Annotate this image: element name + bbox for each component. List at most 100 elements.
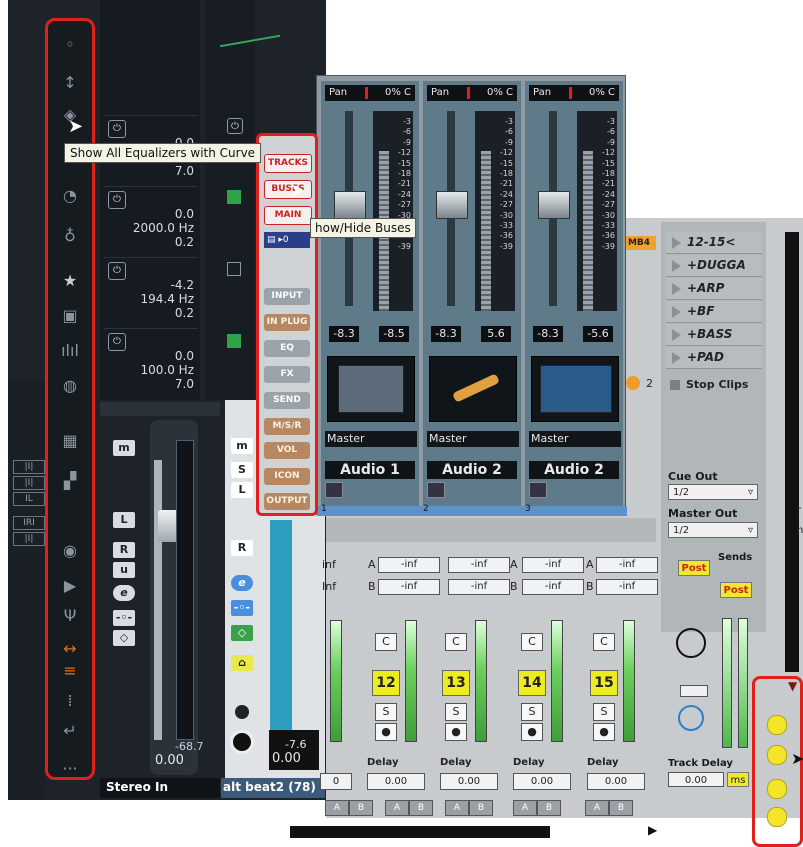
pan-knob[interactable] (676, 628, 706, 658)
crossfade-button[interactable]: C (445, 633, 467, 651)
track-icon[interactable] (327, 356, 415, 422)
scene-slot[interactable]: 12-15< (666, 232, 762, 254)
solo-button[interactable]: S (375, 703, 397, 721)
screen-icon[interactable] (531, 356, 619, 422)
track-delay-field[interactable]: 0.00 (668, 772, 724, 787)
knob-icon[interactable]: ♁ (48, 226, 92, 245)
record-icon[interactable]: ◍ (48, 376, 92, 395)
left-fader-track[interactable] (150, 420, 198, 775)
horizontal-scrollbar[interactable] (290, 826, 550, 838)
stop-clips-button[interactable]: Stop Clips (666, 375, 762, 395)
left-button-2[interactable]: L (231, 482, 253, 498)
send-toggle[interactable]: SEND (264, 392, 310, 409)
output-label[interactable]: Master (427, 431, 519, 447)
u-button[interactable]: u (113, 562, 135, 578)
bars-icon[interactable]: ılıl (48, 341, 92, 360)
fader-knob[interactable] (436, 191, 468, 219)
crossfader-dot[interactable] (767, 807, 787, 827)
folder-icon[interactable]: ⌂ (231, 655, 253, 671)
fork-icon[interactable]: Ψ (48, 606, 92, 625)
crossfade-b[interactable]: B (349, 800, 373, 816)
guitar-icon[interactable] (429, 356, 517, 422)
track-name[interactable]: Audio 2 (427, 461, 517, 479)
stop-circle[interactable] (626, 376, 640, 390)
e-button[interactable]: e (113, 585, 135, 601)
arrow-icon[interactable]: ↕ (48, 73, 92, 92)
play-icon[interactable]: ▶ (48, 576, 92, 595)
solo-button[interactable]: S (521, 703, 543, 721)
power-icon[interactable] (227, 262, 241, 276)
side-square-4[interactable]: IRI (13, 516, 45, 530)
track-activator[interactable]: 13 (442, 670, 470, 696)
mute-button[interactable]: m (113, 440, 135, 456)
record-arm-icon[interactable] (230, 730, 254, 754)
link-icon-2[interactable]: ◇ (231, 625, 253, 641)
icon-toggle[interactable]: ICON (264, 468, 310, 485)
fader-knob[interactable] (538, 191, 570, 219)
crossfade-b[interactable]: B (469, 800, 493, 816)
side-square-2[interactable]: |I| (13, 476, 45, 490)
solo-button[interactable]: S (445, 703, 467, 721)
crossfade-a[interactable]: A (585, 800, 609, 816)
square-icon[interactable]: ▣ (48, 306, 92, 325)
send-a-field[interactable]: -inf (522, 557, 584, 573)
phase-icon[interactable]: -◦- (113, 610, 135, 626)
scene-slot[interactable]: +DUGGA (666, 255, 762, 277)
dots-icon[interactable]: ··· (48, 759, 92, 778)
fader-icon[interactable]: ⁞ (48, 691, 92, 710)
scene-slot[interactable]: +PAD (666, 347, 762, 369)
post-button[interactable]: Post (678, 560, 710, 576)
send-a-field[interactable]: -inf (378, 557, 440, 573)
view-selector[interactable]: ▤ ▸0 (264, 232, 310, 248)
cue-volume-knob[interactable] (678, 705, 704, 731)
send-b-field[interactable]: -inf (596, 579, 658, 595)
crossfade-a[interactable]: A (513, 800, 537, 816)
side-square-1[interactable]: |I| (13, 460, 45, 474)
delay-field[interactable]: 0.00 (367, 773, 425, 790)
arm-button[interactable]: ● (445, 723, 467, 741)
power-icon[interactable]: ⏻ (108, 191, 126, 209)
arm-button[interactable]: ● (375, 723, 397, 741)
send-b-field[interactable]: -inf (522, 579, 584, 595)
eq-toggle[interactable]: EQ (264, 340, 310, 357)
crossfade-b[interactable]: B (409, 800, 433, 816)
in-plug-toggle[interactable]: IN PLUG (264, 314, 310, 331)
cue-toggle[interactable] (680, 685, 708, 697)
track-activator[interactable]: 14 (518, 670, 546, 696)
crossfade-a[interactable]: A (325, 800, 349, 816)
post-button-2[interactable]: Post (720, 582, 752, 598)
vertical-scrollbar[interactable] (785, 232, 799, 672)
master-out-select[interactable]: 1/2 ▿ (668, 522, 758, 538)
pan-display[interactable]: Pan 0% C (325, 85, 415, 101)
solo-button[interactable]: S (593, 703, 615, 721)
horizontal-scrollbar[interactable] (100, 402, 220, 416)
track-name[interactable]: Audio 1 (325, 461, 415, 479)
crossfade-a[interactable]: A (385, 800, 409, 816)
send-a-field[interactable]: -inf (448, 557, 510, 573)
scroll-right-icon[interactable]: ▶ (648, 823, 657, 837)
filter-icon[interactable]: ≡ (48, 661, 92, 680)
crossfader-a-dot[interactable] (767, 715, 787, 735)
right-button-2[interactable]: R (231, 540, 253, 556)
delay-field[interactable]: 0 (320, 773, 352, 790)
arm-button[interactable]: ● (521, 723, 543, 741)
send-b-field[interactable]: -inf (448, 579, 510, 595)
mute-button-2[interactable]: m (231, 438, 253, 454)
vol-toggle[interactable]: VOL (264, 442, 310, 459)
track-activator[interactable]: 15 (590, 670, 618, 696)
input-toggle[interactable]: INPUT (264, 288, 310, 305)
crossfade-button[interactable]: C (593, 633, 615, 651)
fader-knob[interactable] (334, 191, 366, 219)
output-toggle[interactable]: OUTPUT (264, 493, 310, 510)
meter-icon[interactable]: ▞ (48, 471, 92, 490)
solo-button-2[interactable]: S (231, 462, 253, 478)
pan-display[interactable]: Pan 0% C (427, 85, 517, 101)
fader-knob[interactable] (158, 510, 178, 542)
delay-field[interactable]: 0.00 (440, 773, 498, 790)
power-icon[interactable]: ⏻ (108, 333, 126, 351)
star-icon[interactable]: ★ (48, 271, 92, 290)
power-icon[interactable]: ⏻ (108, 262, 126, 280)
power-icon[interactable]: ⏻ (108, 120, 126, 138)
crossfade-b[interactable]: B (609, 800, 633, 816)
record-icon[interactable] (235, 705, 249, 719)
